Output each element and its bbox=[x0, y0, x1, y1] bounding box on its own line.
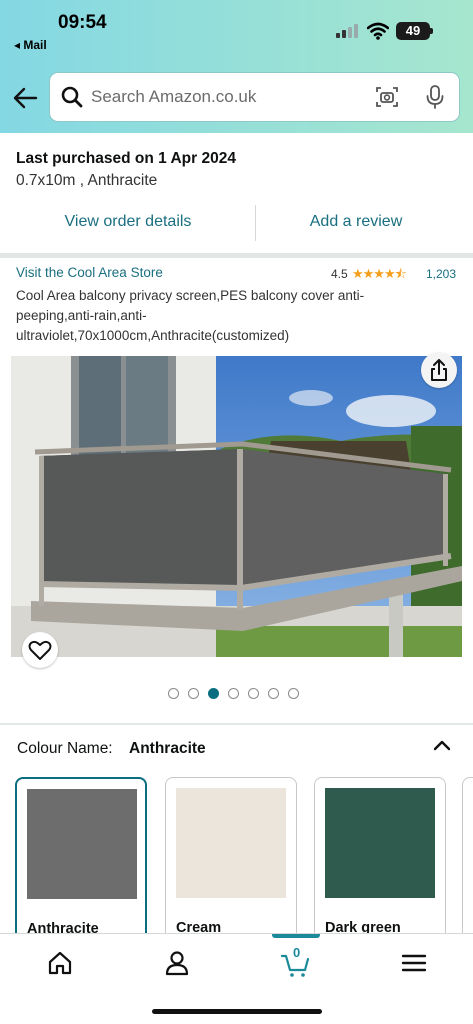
image-carousel-dots[interactable] bbox=[168, 688, 299, 700]
colour-option-dark-green[interactable]: Dark green bbox=[314, 777, 446, 947]
colour-option-partial[interactable] bbox=[462, 777, 473, 947]
carousel-dot[interactable] bbox=[288, 688, 299, 699]
last-purchased-title: Last purchased on 1 Apr 2024 bbox=[16, 150, 236, 167]
cart-count-badge: 0 bbox=[293, 945, 301, 960]
carousel-dot-active[interactable] bbox=[208, 688, 219, 699]
cellular-signal-icon bbox=[336, 24, 362, 38]
visit-store-link[interactable]: Visit the Cool Area Store bbox=[16, 265, 163, 280]
wifi-icon bbox=[367, 22, 389, 40]
account-icon[interactable] bbox=[162, 948, 192, 978]
section-divider bbox=[0, 253, 473, 258]
share-button[interactable] bbox=[421, 352, 457, 388]
status-time: 09:54 bbox=[58, 12, 107, 33]
carousel-dot[interactable] bbox=[268, 688, 279, 699]
last-purchased-panel: Last purchased on 1 Apr 2024 0.7x10m , A… bbox=[0, 133, 473, 253]
back-arrow-icon[interactable] bbox=[12, 86, 38, 110]
back-to-mail-link[interactable]: ◂ Mail bbox=[14, 38, 47, 52]
heart-icon bbox=[28, 640, 52, 660]
swatch-color bbox=[27, 789, 137, 899]
share-icon bbox=[431, 359, 447, 381]
search-icon bbox=[61, 86, 83, 108]
rating-count-link[interactable]: 1,203 bbox=[426, 267, 456, 281]
search-placeholder: Search Amazon.co.uk bbox=[91, 87, 257, 106]
microphone-icon[interactable] bbox=[424, 84, 446, 110]
menu-icon[interactable] bbox=[399, 948, 429, 978]
search-input[interactable]: Search Amazon.co.uk bbox=[50, 73, 459, 121]
section-divider bbox=[0, 723, 473, 725]
colour-name-value: Anthracite bbox=[129, 740, 206, 757]
active-tab-indicator bbox=[272, 934, 320, 938]
swatch-color bbox=[176, 788, 286, 898]
battery-tip bbox=[430, 28, 433, 34]
star-rating-icon[interactable]: ★★★★⯪ bbox=[352, 265, 407, 287]
colour-option-cream[interactable]: Cream bbox=[165, 777, 297, 947]
home-icon[interactable] bbox=[45, 948, 75, 978]
colour-option-anthracite[interactable]: Anthracite bbox=[15, 777, 147, 947]
purchased-variant: 0.7x10m , Anthracite bbox=[16, 172, 158, 189]
carousel-dot[interactable] bbox=[248, 688, 259, 699]
camera-search-icon[interactable] bbox=[375, 85, 399, 109]
status-bar: 09:54 ◂ Mail 49 bbox=[0, 0, 473, 56]
swatch-color bbox=[325, 788, 435, 898]
carousel-dot[interactable] bbox=[168, 688, 179, 699]
view-order-details-link[interactable]: View order details bbox=[0, 213, 256, 231]
colour-name-label: Colour Name: bbox=[17, 740, 113, 757]
rating-value: 4.5 bbox=[331, 267, 348, 281]
product-title: Cool Area balcony privacy screen,PES bal… bbox=[16, 288, 365, 343]
add-review-link[interactable]: Add a review bbox=[256, 213, 456, 231]
product-image[interactable] bbox=[11, 356, 462, 657]
carousel-dot[interactable] bbox=[188, 688, 199, 699]
chevron-up-icon[interactable] bbox=[432, 738, 452, 752]
wishlist-button[interactable] bbox=[22, 632, 58, 668]
home-indicator[interactable] bbox=[152, 1009, 322, 1014]
battery-icon: 49 bbox=[396, 22, 430, 40]
carousel-dot[interactable] bbox=[228, 688, 239, 699]
